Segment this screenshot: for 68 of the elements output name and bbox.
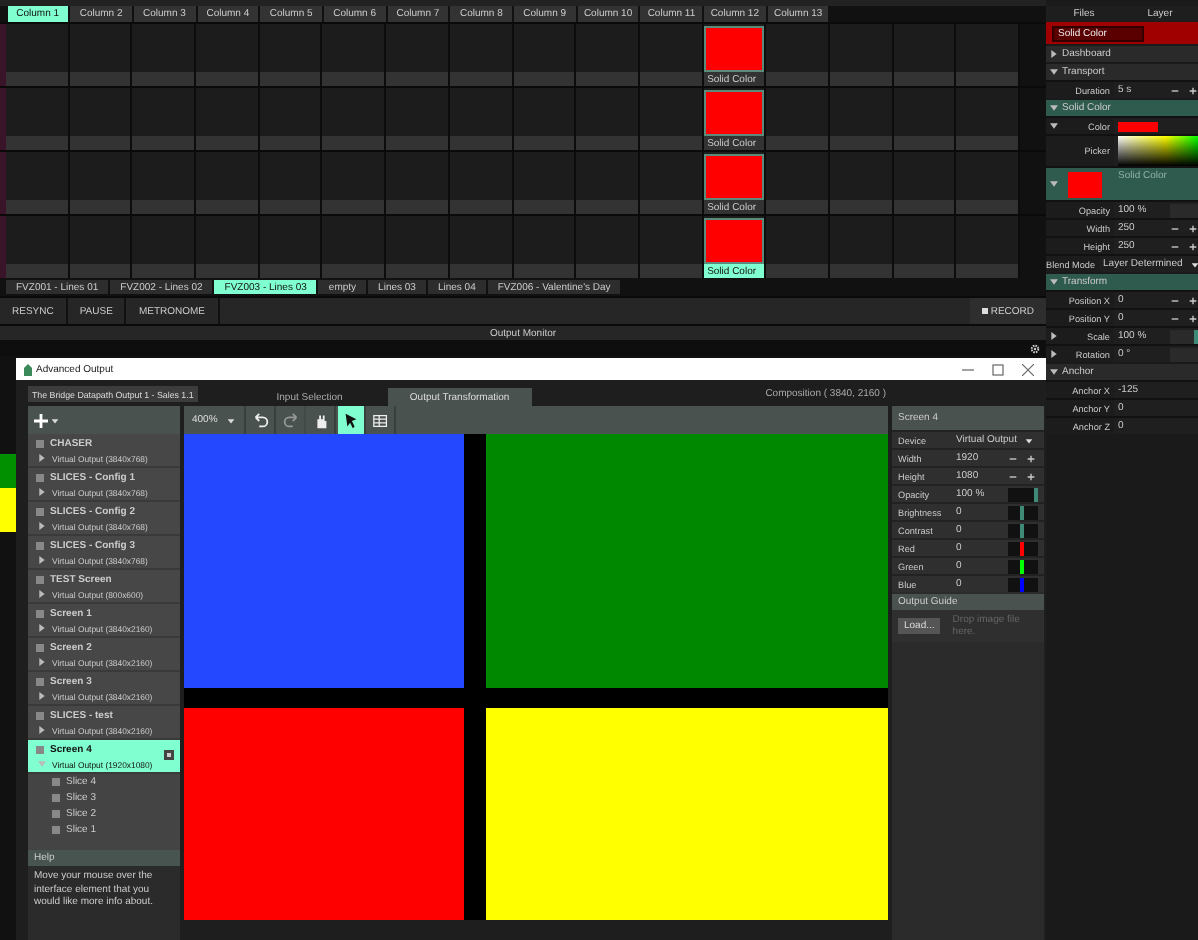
- checkbox[interactable]: [36, 541, 44, 549]
- expand-triangle-icon[interactable]: [38, 522, 46, 530]
- expand-triangle-icon[interactable]: [38, 488, 46, 496]
- clip-thumbnail[interactable]: [703, 26, 765, 72]
- app-icon: [22, 363, 32, 375]
- checkbox[interactable]: [36, 677, 44, 685]
- plus-icon[interactable]: [1188, 295, 1198, 305]
- maximize-icon[interactable]: [992, 363, 1004, 375]
- square-icon[interactable]: [164, 750, 174, 760]
- checkbox[interactable]: [36, 643, 44, 651]
- expand-triangle-icon[interactable]: [38, 692, 46, 700]
- checkbox[interactable]: [52, 794, 60, 802]
- slice-shape[interactable]: [184, 708, 464, 920]
- checkbox[interactable]: [52, 778, 60, 786]
- hand-icon: [312, 411, 330, 429]
- plus-icon[interactable]: [1026, 453, 1036, 463]
- clip-thumbnail[interactable]: [703, 90, 765, 136]
- caret-icon[interactable]: [1024, 435, 1035, 445]
- expand-triangle-icon[interactable]: [1050, 50, 1058, 58]
- plus-icon[interactable]: [1188, 85, 1198, 95]
- collapse-triangle-icon[interactable]: [1050, 68, 1058, 76]
- collapse-triangle-icon[interactable]: [1050, 180, 1058, 188]
- pointer-icon: [342, 411, 360, 429]
- plus-icon[interactable]: [1188, 313, 1198, 323]
- expand-triangle-icon[interactable]: [1050, 350, 1058, 358]
- checkbox[interactable]: [36, 473, 44, 481]
- clip-thumbnail[interactable]: [703, 218, 765, 264]
- checkbox[interactable]: [36, 439, 44, 447]
- settings-icon[interactable]: [1030, 343, 1040, 353]
- plus-icon[interactable]: [1026, 471, 1036, 481]
- expand-triangle-icon[interactable]: [38, 556, 46, 564]
- expand-triangle-icon[interactable]: [38, 590, 46, 598]
- expand-triangle-icon[interactable]: [38, 658, 46, 666]
- collapse-triangle-icon[interactable]: [1050, 104, 1058, 112]
- clip-thumbnail[interactable]: [703, 154, 765, 200]
- redo-icon: [282, 411, 300, 429]
- checkbox[interactable]: [36, 745, 44, 753]
- collapse-triangle-icon[interactable]: [1050, 122, 1058, 130]
- checkbox[interactable]: [52, 826, 60, 834]
- record-icon: [982, 308, 989, 314]
- add-button[interactable]: [34, 413, 60, 427]
- checkbox[interactable]: [36, 507, 44, 515]
- collapse-triangle-icon[interactable]: [1050, 278, 1058, 286]
- undo-icon: [252, 411, 270, 429]
- grid-icon: [372, 411, 390, 429]
- plus-icon: [34, 413, 48, 427]
- plus-icon[interactable]: [1188, 241, 1198, 251]
- checkbox[interactable]: [36, 711, 44, 719]
- slice-shape[interactable]: [486, 708, 888, 920]
- slice-shape[interactable]: [486, 434, 888, 688]
- color-swatch[interactable]: [1118, 121, 1158, 131]
- expand-triangle-icon[interactable]: [38, 726, 46, 734]
- color-picker[interactable]: [1118, 136, 1198, 166]
- expand-triangle-icon[interactable]: [1050, 332, 1058, 340]
- caret-icon[interactable]: [50, 415, 60, 425]
- close-icon[interactable]: [1022, 363, 1034, 375]
- collapse-triangle-icon[interactable]: [1050, 368, 1058, 376]
- expand-triangle-icon[interactable]: [38, 624, 46, 632]
- plus-icon[interactable]: [1188, 223, 1198, 233]
- expand-triangle-icon[interactable]: [38, 454, 46, 462]
- checkbox[interactable]: [52, 810, 60, 818]
- checkbox[interactable]: [36, 575, 44, 583]
- tool-button[interactable]: [338, 406, 366, 434]
- caret-icon[interactable]: [225, 415, 236, 425]
- tool-button[interactable]: [368, 406, 396, 434]
- minus-icon[interactable]: [1170, 85, 1180, 95]
- checkbox[interactable]: [36, 609, 44, 617]
- minimize-icon[interactable]: [962, 363, 974, 375]
